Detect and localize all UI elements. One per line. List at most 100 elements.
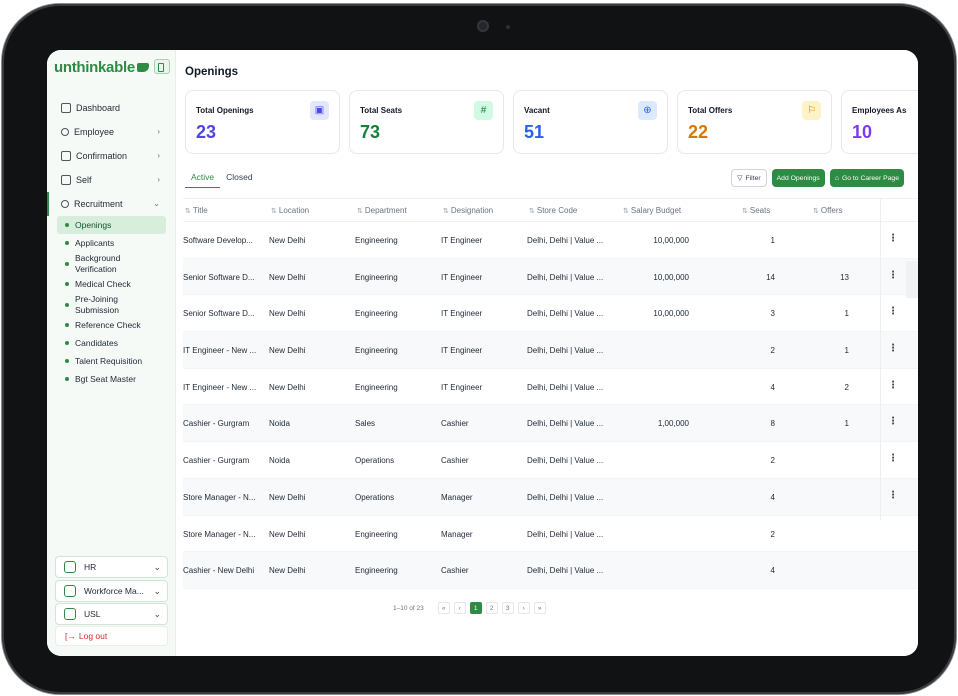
stat-card-label: Total Openings: [196, 106, 254, 115]
last-page-button[interactable]: »: [533, 602, 546, 614]
sidebar-item-recruitment[interactable]: Recruitment ⌄: [47, 192, 176, 216]
prev-page-button[interactable]: ‹: [453, 602, 466, 614]
horizontal-scrollbar[interactable]: [906, 261, 918, 298]
sidebar-item-dashboard[interactable]: Dashboard: [47, 96, 176, 120]
sidebar-subitem-candidates[interactable]: Candidates: [47, 334, 176, 352]
table-row[interactable]: Cashier - Gurgram Noida Operations Cashier D…: [183, 442, 918, 479]
cell-designation: IT Engineer: [441, 272, 483, 282]
cell-title: Senior Software D...: [183, 309, 255, 319]
sidebar-subitem-openings[interactable]: Openings: [57, 216, 166, 234]
sidebar-subitem-bgt-seat-master[interactable]: Bgt Seat Master: [47, 370, 176, 388]
sidebar-subitem-talent-requisition[interactable]: Talent Requisition: [47, 352, 176, 370]
table-row[interactable]: Cashier - New Delhi New Delhi Engineering C…: [183, 552, 918, 589]
row-menu-icon[interactable]: ⋮: [888, 453, 898, 467]
cell-department: Operations: [355, 456, 395, 466]
sidebar-subitem-pre-joining[interactable]: Pre-Joining Submission: [47, 293, 137, 316]
row-menu-icon[interactable]: ⋮: [888, 416, 898, 430]
stat-card-label: Total Offers: [688, 106, 733, 115]
next-page-button[interactable]: ›: [517, 602, 530, 614]
logout-button[interactable]: [→ Log out: [55, 626, 168, 646]
page-button-1[interactable]: 1: [469, 602, 482, 614]
table-row[interactable]: Cashier - Gurgram Noida Sales Cashier Delhi,…: [183, 405, 918, 443]
column-header-label: Designation: [450, 206, 494, 215]
sidebar-item-self[interactable]: Self ›: [47, 168, 176, 192]
row-menu-icon[interactable]: ⋮: [888, 270, 898, 284]
column-header[interactable]: ⇅ Title: [185, 206, 208, 215]
sidebar-subitem-applicants[interactable]: Applicants: [47, 234, 176, 252]
column-header[interactable]: ⇅ Department: [357, 206, 407, 215]
sidebar-subitem-background-verification[interactable]: Background Verification: [47, 252, 152, 275]
cell-designation: IT Engineer: [441, 236, 483, 245]
cell-store-code: Delhi, Delhi | Value ...: [527, 456, 604, 466]
cell-offers: 1: [844, 309, 849, 319]
tab-closed[interactable]: Closed: [220, 170, 258, 188]
cell-location: New Delhi: [269, 566, 306, 576]
sidebar: unthinkable Dashboard Employee › Confirm…: [47, 50, 176, 656]
cell-title: IT Engineer - New ...: [183, 346, 257, 356]
stat-card-value: 10: [852, 122, 873, 142]
org-selector-usl[interactable]: USL ⌄: [55, 603, 168, 625]
cell-salary: 10,00,000: [653, 272, 689, 282]
column-header[interactable]: ⇅ Location: [271, 206, 309, 215]
tab-active[interactable]: Active: [185, 170, 221, 188]
table-row[interactable]: IT Engineer - New ... New Delhi Engineerin…: [183, 369, 918, 406]
table-row[interactable]: IT Engineer - New ... New Delhi Engineerin…: [183, 332, 918, 369]
table-row[interactable]: Store Manager - N... New Delhi Engineering…: [183, 516, 918, 553]
cell-department: Engineering: [355, 382, 398, 392]
table-row[interactable]: Senior Software D... New Delhi Engineering…: [183, 258, 918, 296]
stats-cards: Total Openings 23 ▣ Total Seats 73 # Vacant 51 ⊕…: [185, 90, 918, 154]
column-header[interactable]: ⇅ Seats: [742, 206, 770, 215]
row-menu-icon[interactable]: ⋮: [888, 233, 898, 247]
column-header-label: Title: [192, 206, 208, 215]
cell-location: New Delhi: [269, 346, 306, 356]
sidebar-item-employee[interactable]: Employee ›: [47, 120, 176, 144]
row-menu-icon[interactable]: ⋮: [888, 343, 898, 357]
sidebar-item-label: Self: [76, 175, 92, 185]
cell-seats: 1: [770, 236, 775, 245]
cell-title: Cashier - Gurgram: [183, 419, 250, 429]
row-menu-icon[interactable]: ⋮: [888, 380, 898, 394]
page-button-2[interactable]: 2: [485, 602, 498, 614]
cell-seats: 4: [770, 382, 775, 392]
cell-department: Engineering: [355, 566, 398, 576]
org-selector-hr[interactable]: HR ⌄: [55, 556, 168, 578]
cell-department: Engineering: [355, 272, 398, 282]
column-header[interactable]: ⇅ Designation: [443, 206, 493, 215]
table-row[interactable]: Software Develop... New Delhi Engineering I…: [183, 222, 918, 259]
page-button-3[interactable]: 3: [501, 602, 514, 614]
org-selector-workforce[interactable]: Workforce Ma... ⌄: [55, 580, 168, 602]
sidebar-collapse-button[interactable]: [154, 59, 170, 74]
add-openings-button[interactable]: Add Openings: [771, 169, 825, 187]
column-header[interactable]: ⇅ Salary Budget: [623, 206, 681, 215]
stat-card-label: Total Seats: [360, 106, 403, 115]
sidebar-item-confirmation[interactable]: Confirmation ›: [47, 144, 176, 168]
career-page-button[interactable]: ⌂ Go to Career Page: [829, 169, 904, 187]
recruitment-submenu: Openings Applicants Background Verificat…: [47, 216, 176, 388]
cell-salary: 10,00,000: [653, 309, 689, 319]
clipboard-icon: [61, 151, 71, 161]
sidebar-subitem-medical-check[interactable]: Medical Check: [47, 275, 176, 293]
cell-designation: IT Engineer: [441, 309, 483, 319]
sort-icon: ⇅: [813, 208, 819, 215]
cell-store-code: Delhi, Delhi | Value ...: [527, 309, 604, 319]
table-row[interactable]: Senior Software D... New Delhi Engineering…: [183, 295, 918, 333]
chevron-down-icon: ⌄: [153, 199, 160, 208]
column-header[interactable]: ⇅ Offers: [813, 206, 843, 215]
table-row[interactable]: Store Manager - N... New Delhi Operations M…: [183, 478, 918, 516]
cell-title: Cashier - New Delhi: [183, 566, 255, 576]
row-menu-icon[interactable]: ⋮: [888, 490, 898, 504]
sidebar-subitem-reference-check[interactable]: Reference Check: [47, 316, 176, 334]
column-header[interactable]: ⇅ Store Code: [529, 206, 577, 215]
sort-icon: ⇅: [271, 208, 277, 215]
first-page-button[interactable]: «: [437, 602, 450, 614]
app-screen: unthinkable Dashboard Employee › Confirm…: [47, 50, 918, 656]
row-menu-icon[interactable]: ⋮: [888, 306, 898, 320]
pagination-range: 1–10 of 23: [393, 604, 424, 612]
building-icon: [64, 608, 76, 620]
sensor-dot: [506, 25, 510, 29]
sidebar-item-label: Employee: [74, 127, 115, 137]
hash-icon: #: [474, 101, 493, 120]
filter-button[interactable]: ▽ Filter: [731, 169, 767, 187]
chevron-right-icon: ›: [157, 175, 160, 184]
cell-seats: 2: [770, 529, 775, 539]
